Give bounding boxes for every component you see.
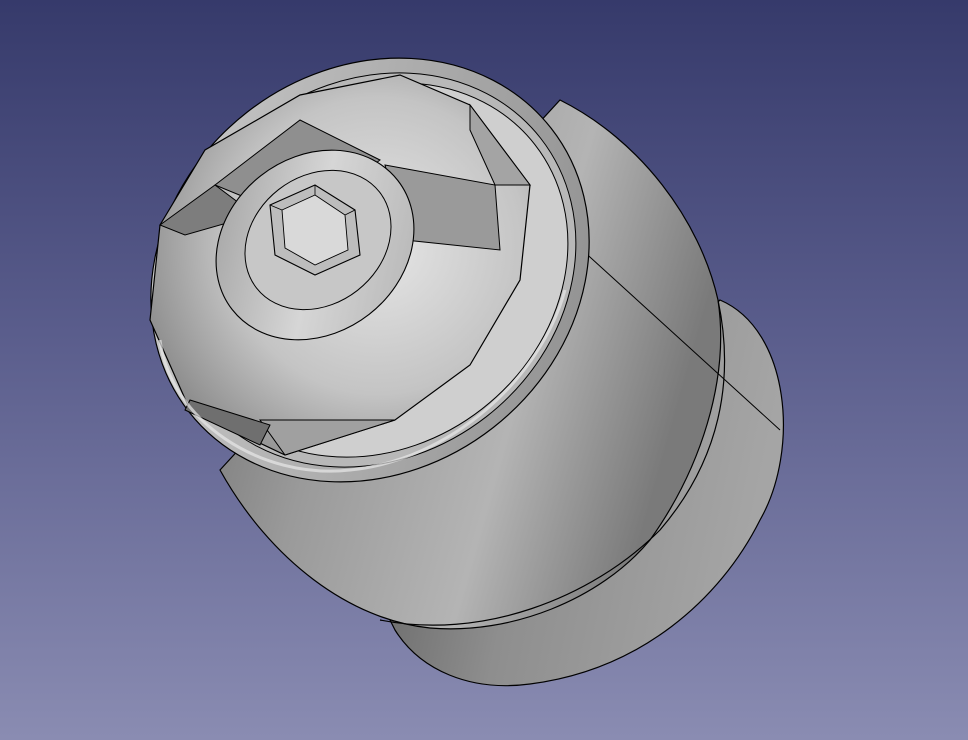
model-view-svg[interactable]: [0, 0, 968, 740]
3d-viewport[interactable]: [0, 0, 968, 740]
